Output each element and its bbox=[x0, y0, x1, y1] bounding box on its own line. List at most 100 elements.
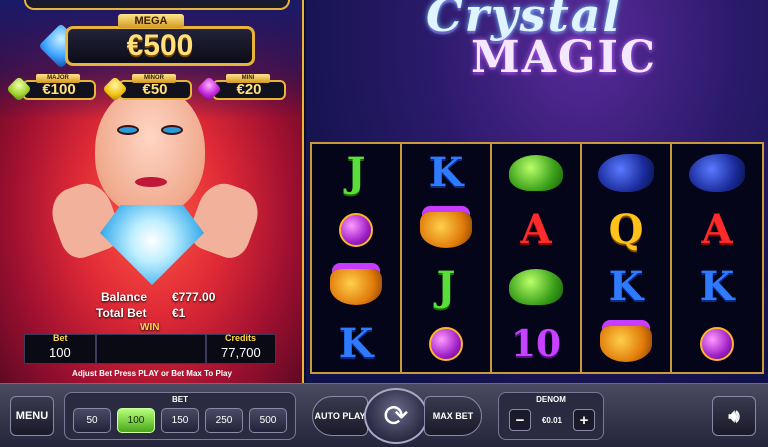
right-eye bbox=[161, 125, 183, 135]
reel-grid[interactable]: J K K J A 10 Q K A K bbox=[310, 142, 764, 374]
credits-meter-label: Credits bbox=[225, 333, 257, 343]
symbol-k: K bbox=[699, 262, 735, 310]
left-eye bbox=[117, 125, 139, 135]
symbol-j: J bbox=[436, 262, 456, 310]
reel-cell bbox=[582, 144, 670, 201]
lips bbox=[135, 177, 167, 187]
control-bar: MENU BET 50 100 150 250 500 AUTO PLAY ⟳ … bbox=[0, 383, 768, 447]
reel-cell: K bbox=[312, 315, 400, 372]
spin-arrow-icon: ⟳ bbox=[383, 399, 409, 433]
denomination-selector: DENOM − €0.01 + bbox=[498, 392, 604, 440]
win-label: WIN bbox=[140, 322, 160, 333]
reel-column: AK bbox=[672, 144, 762, 372]
bet-option-50[interactable]: 50 bbox=[73, 408, 111, 433]
mini-jackpot: €20 MINI bbox=[196, 74, 288, 102]
reel-cell bbox=[672, 144, 762, 201]
reel-cell: J bbox=[312, 144, 400, 201]
bet-meter-value: 100 bbox=[49, 345, 71, 360]
mega-jackpot-value: €500 bbox=[65, 26, 255, 66]
reel-column: JK bbox=[312, 144, 402, 372]
reel-cell bbox=[492, 258, 580, 315]
mini-jackpot-value: €20 bbox=[212, 80, 286, 100]
crystal-ball bbox=[100, 205, 204, 285]
reel-column: KJ bbox=[402, 144, 492, 372]
bet-option-150[interactable]: 150 bbox=[161, 408, 199, 433]
symbol-k: K bbox=[338, 319, 374, 367]
bet-option-250[interactable]: 250 bbox=[205, 408, 243, 433]
symbol-k: K bbox=[608, 262, 644, 310]
denom-increase-button[interactable]: + bbox=[573, 409, 595, 431]
reel-area: Crystal MAGIC J K K J A 10 Q K A K bbox=[306, 0, 768, 383]
total-bet-value: €1 bbox=[172, 306, 186, 320]
mini-jackpot-label: MINI bbox=[226, 74, 270, 83]
top-jackpot-frame bbox=[24, 0, 290, 10]
reel-cell bbox=[582, 315, 670, 372]
game-screen: €500 MEGA €100 MAJOR €50 MINOR €20 MINI … bbox=[0, 0, 768, 447]
denom-value: €0.01 bbox=[541, 415, 563, 425]
symbol-a: A bbox=[701, 205, 733, 253]
win-meter bbox=[96, 334, 206, 364]
bet-selector: BET 50 100 150 250 500 bbox=[64, 392, 296, 440]
cauldron-icon bbox=[600, 325, 652, 362]
minor-jackpot-value: €50 bbox=[118, 80, 192, 100]
bet-meter: Bet 100 bbox=[24, 333, 96, 364]
bet-selector-label: BET bbox=[172, 395, 188, 404]
bet-option-500[interactable]: 500 bbox=[249, 408, 287, 433]
right-hand bbox=[184, 176, 266, 264]
bet-option-100[interactable]: 100 bbox=[117, 408, 155, 433]
major-jackpot-value: €100 bbox=[22, 80, 96, 100]
reel-cell: K bbox=[672, 258, 762, 315]
symbol-a: A bbox=[520, 205, 552, 253]
reel-cell: 10 bbox=[492, 315, 580, 372]
frog-icon bbox=[509, 268, 563, 305]
balance-value: €777.00 bbox=[172, 290, 216, 304]
sound-button[interactable]: 🔊︎ bbox=[712, 396, 756, 436]
credits-meter-value: 77,700 bbox=[221, 345, 261, 360]
reel-cell: K bbox=[402, 144, 490, 201]
reel-cell: Q bbox=[582, 201, 670, 258]
spin-button[interactable]: ⟳ bbox=[364, 388, 428, 444]
speaker-icon: 🔊︎ bbox=[728, 405, 740, 426]
max-bet-button[interactable]: MAX BET bbox=[424, 396, 482, 436]
denom-label: DENOM bbox=[536, 395, 566, 404]
play-hint: Adjust Bet Press PLAY or Bet Max To Play bbox=[72, 369, 232, 378]
reel-column: QK bbox=[582, 144, 672, 372]
denom-decrease-button[interactable]: − bbox=[509, 409, 531, 431]
symbol-q: Q bbox=[608, 205, 644, 253]
raven-icon bbox=[689, 153, 745, 192]
reel-cell bbox=[312, 201, 400, 258]
reel-column: A 10 bbox=[492, 144, 582, 372]
raven-icon bbox=[598, 153, 654, 192]
mega-jackpot-label: MEGA bbox=[118, 14, 184, 28]
sorceress-face bbox=[95, 85, 205, 215]
reel-cell: A bbox=[672, 201, 762, 258]
credits-meter: Credits 77,700 bbox=[206, 333, 276, 364]
autoplay-button[interactable]: AUTO PLAY bbox=[312, 396, 368, 436]
major-jackpot: €100 MAJOR bbox=[6, 74, 98, 102]
minor-jackpot-label: MINOR bbox=[132, 74, 176, 83]
frog-icon bbox=[509, 154, 563, 191]
reel-cell bbox=[402, 201, 490, 258]
potion-icon bbox=[700, 326, 734, 361]
minor-jackpot: €50 MINOR bbox=[102, 74, 194, 102]
jackpot-panel: €500 MEGA €100 MAJOR €50 MINOR €20 MINI … bbox=[0, 0, 304, 383]
mega-jackpot: €500 MEGA bbox=[38, 14, 257, 69]
symbol-k: K bbox=[428, 148, 464, 196]
reel-cell bbox=[672, 315, 762, 372]
reel-cell bbox=[402, 315, 490, 372]
balance-label: Balance bbox=[101, 290, 148, 304]
bet-meter-label: Bet bbox=[53, 333, 68, 343]
reel-cell: J bbox=[402, 258, 490, 315]
menu-button[interactable]: MENU bbox=[10, 396, 54, 436]
cauldron-icon bbox=[330, 268, 382, 305]
reel-cell bbox=[492, 144, 580, 201]
symbol-10: 10 bbox=[510, 322, 562, 365]
cauldron-icon bbox=[420, 211, 472, 248]
symbol-j: J bbox=[346, 148, 366, 196]
game-logo-magic: MAGIC bbox=[471, 32, 658, 83]
potion-icon bbox=[339, 212, 373, 247]
reel-cell: A bbox=[492, 201, 580, 258]
major-jackpot-label: MAJOR bbox=[36, 74, 80, 83]
reel-cell bbox=[312, 258, 400, 315]
reel-cell: K bbox=[582, 258, 670, 315]
